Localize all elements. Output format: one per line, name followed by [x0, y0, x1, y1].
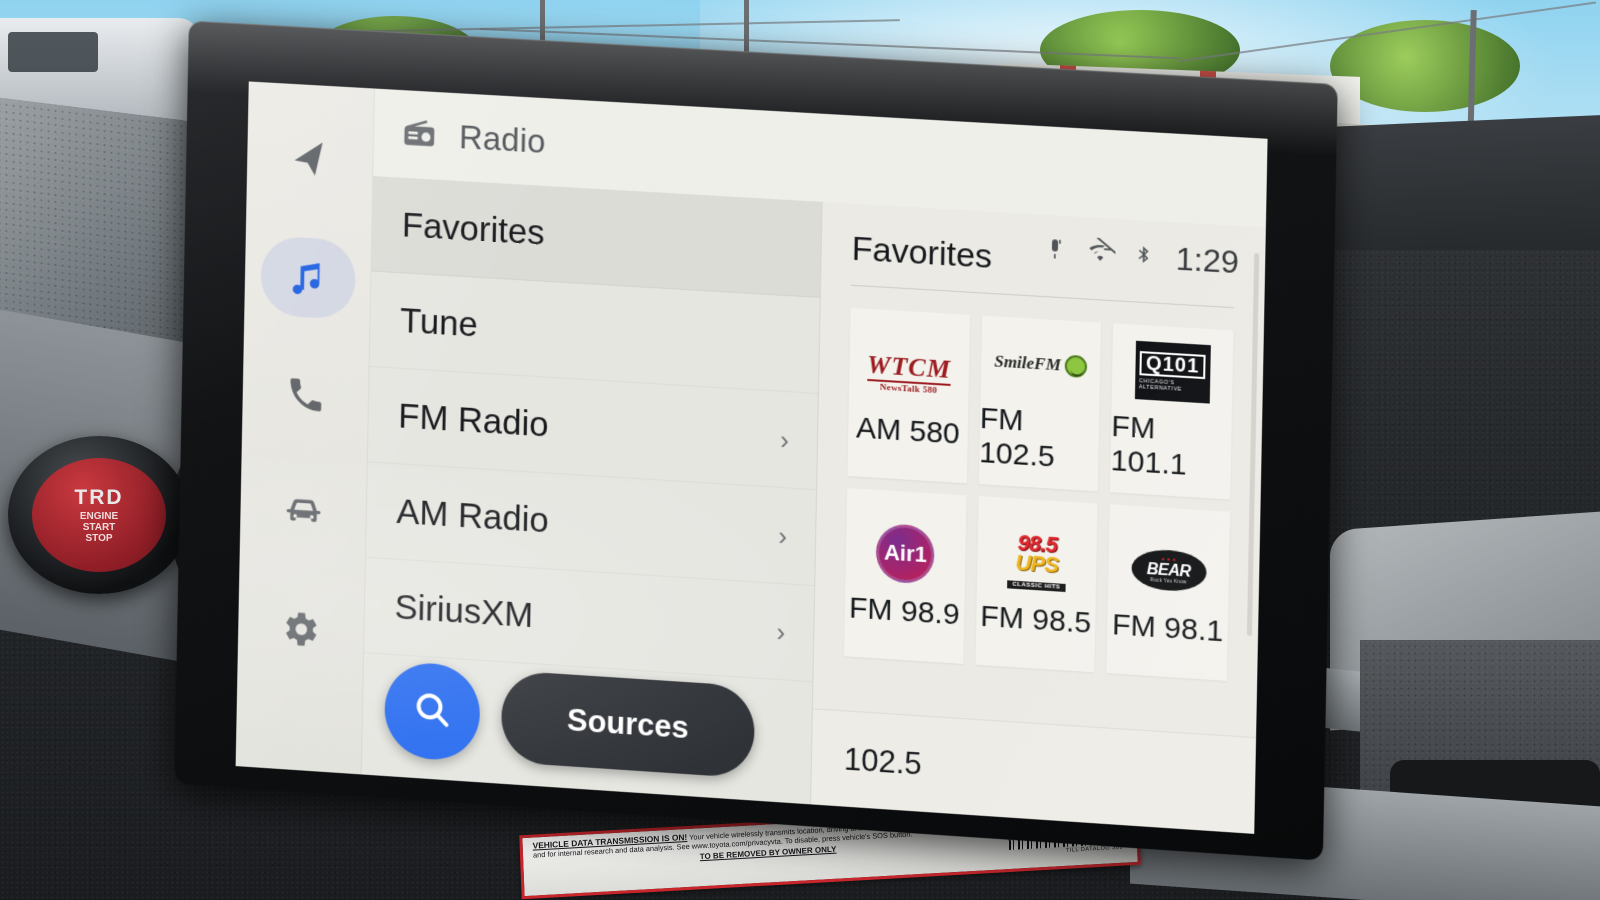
display-glass: Radio Favorites Tune FM Radio › AM Radio…	[235, 81, 1268, 834]
search-button[interactable]	[383, 660, 481, 763]
bear-logo: ● ● ● BEAR Rock You Know	[1130, 537, 1207, 604]
engine-start-stop-button[interactable]: TRD ENGINE START STOP	[32, 458, 166, 572]
favorite-label: FM 98.9	[848, 591, 960, 632]
wifi-off-icon	[1085, 236, 1117, 272]
phone-icon	[284, 373, 326, 417]
favorite-tile[interactable]: ● ● ● BEAR Rock You Know FM 98.1	[1106, 504, 1230, 681]
menu-item-label: SiriusXM	[394, 586, 534, 635]
sidebar-rail	[235, 81, 375, 775]
sources-button-label: Sources	[566, 702, 690, 746]
favorite-label: FM 102.5	[978, 401, 1056, 474]
q101-logo: Q101 CHICAGO'S ALTERNATIVE	[1134, 339, 1211, 406]
sidebar-item-media[interactable]	[259, 235, 356, 321]
truck-window	[8, 32, 98, 72]
sources-button[interactable]: Sources	[500, 670, 756, 779]
infotainment-display: Radio Favorites Tune FM Radio › AM Radio…	[174, 20, 1338, 861]
bear-tagline: Rock You Know	[1150, 577, 1187, 585]
favorite-tile[interactable]: Q101 CHICAGO'S ALTERNATIVE FM 101.1	[1110, 323, 1234, 500]
sidebar-item-vehicle[interactable]	[255, 469, 351, 554]
gear-icon	[279, 606, 323, 652]
mic-mute-icon	[1042, 235, 1067, 270]
favorite-label: FM 98.1	[1111, 608, 1224, 649]
menu-item-label: AM Radio	[396, 491, 550, 540]
favorite-label: AM 580	[855, 411, 961, 451]
sidebar-item-phone[interactable]	[257, 352, 353, 437]
navigation-arrow-icon	[289, 138, 331, 182]
page-title: Radio	[458, 118, 546, 160]
trd-logo: TRD	[74, 485, 124, 509]
favorite-tile[interactable]: SmileFM FM 102.5	[978, 315, 1102, 492]
start-button-label: ENGINE START STOP	[80, 511, 118, 544]
favorites-pane: 1:29 Favorites WTCM NewsTalk 580 AM 580 …	[811, 201, 1266, 834]
wtcm-callsign: WTCM	[866, 349, 951, 386]
favorite-tile[interactable]: WTCM NewsTalk 580 AM 580	[847, 307, 970, 484]
menu-item-label: FM Radio	[397, 396, 549, 445]
radio-menu-list: Favorites Tune FM Radio › AM Radio › Sir…	[361, 176, 823, 805]
menu-item-label: Favorites	[401, 205, 545, 253]
wtcm-logo: WTCM NewsTalk 580	[866, 340, 951, 407]
music-note-icon	[284, 253, 330, 301]
smiley-face-icon	[1064, 354, 1088, 379]
clock: 1:29	[1175, 240, 1240, 281]
favorites-grid: WTCM NewsTalk 580 AM 580 SmileFM FM 102.…	[843, 307, 1234, 681]
sidebar-item-settings[interactable]	[253, 586, 349, 672]
q101-tagline: CHICAGO'S ALTERNATIVE	[1138, 377, 1183, 393]
main-content: Radio Favorites Tune FM Radio › AM Radio…	[361, 88, 1268, 834]
scrollbar[interactable]	[1246, 252, 1260, 637]
chevron-right-icon: ›	[776, 616, 786, 647]
search-icon	[410, 686, 454, 738]
air1-logo: Air1	[875, 521, 936, 587]
chevron-right-icon: ›	[780, 424, 790, 455]
bluetooth-icon	[1133, 240, 1154, 274]
favorite-label: FM 98.5	[980, 599, 1092, 640]
engine-start-button-bezel: TRD ENGINE START STOP	[8, 436, 190, 594]
start-button-line1: ENGINE	[79, 510, 119, 522]
ups985-callsign: UPS	[1015, 549, 1059, 578]
smilefm-logo: SmileFM	[994, 330, 1088, 398]
now-playing-frequency: 102.5	[843, 740, 923, 782]
smilefm-callsign: SmileFM	[994, 351, 1062, 375]
air1-callsign: Air1	[875, 522, 936, 585]
radio-icon	[399, 112, 437, 157]
favorite-tile[interactable]: 98.5 UPS CLASSIC HITS FM 98.5	[975, 496, 1098, 673]
start-button-line3: STOP	[85, 532, 113, 544]
menu-item-label: Tune	[399, 300, 479, 345]
chevron-right-icon: ›	[778, 520, 788, 551]
infotainment-ui: Radio Favorites Tune FM Radio › AM Radio…	[235, 81, 1268, 834]
favorite-tile[interactable]: Air1 FM 98.9	[843, 487, 967, 664]
ups985-tagline: CLASSIC HITS	[1007, 580, 1066, 593]
start-button-line2: START	[82, 521, 116, 533]
car-interior-scene: TRD ENGINE START STOP VEHICLE DATA TRANS…	[0, 0, 1600, 900]
ups985-logo: 98.5 UPS CLASSIC HITS	[1007, 529, 1066, 595]
favorite-label: FM 101.1	[1110, 409, 1187, 482]
divider	[851, 284, 1234, 309]
panes: Favorites Tune FM Radio › AM Radio › Sir…	[361, 176, 1266, 834]
car-icon	[280, 488, 326, 537]
sidebar-item-navigation[interactable]	[262, 118, 358, 203]
q101-callsign: Q101	[1139, 350, 1206, 379]
